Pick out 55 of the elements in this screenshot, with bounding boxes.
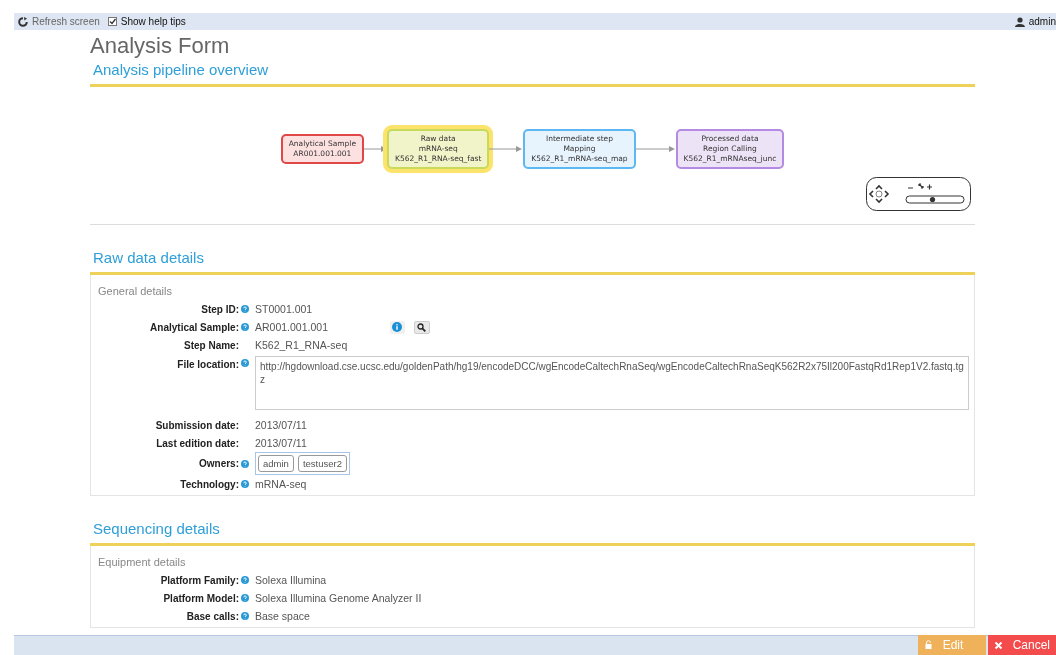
help-icon[interactable] <box>241 305 249 313</box>
refresh-icon[interactable] <box>18 16 28 27</box>
file-location-field[interactable]: http://hgdownload.cse.ucsc.edu/goldenPath/hg19/encodeDCC/wgEncodeCaltechRnaSeq/wgEncodeCaltechRnaSeqK562R2x75Il200FastqRd1Rep1V2.fastq.tgz <box>255 356 969 410</box>
field-value: K562_R1_RNA-seq <box>255 339 349 351</box>
field-label: Technology: <box>180 478 240 490</box>
field-label: Platform Family: <box>160 574 240 586</box>
refresh-button[interactable]: Refresh screen <box>32 16 100 27</box>
search-icon <box>417 322 427 332</box>
arrow <box>635 145 675 152</box>
field-value: AR001.001.001 <box>255 321 328 333</box>
search-button[interactable] <box>414 320 430 334</box>
help-tips-label: Show help tips <box>120 16 186 27</box>
field-label: Step Name: <box>184 339 240 351</box>
group-title: General details <box>97 285 172 297</box>
info-button[interactable] <box>390 320 405 334</box>
owner-tag[interactable]: testuser2 <box>297 455 347 472</box>
check-icon <box>108 18 116 25</box>
arrow <box>489 145 523 152</box>
cancel-button[interactable]: Cancel <box>987 635 1056 655</box>
field-value: 2013/07/11 <box>255 437 308 449</box>
help-icon[interactable] <box>241 480 249 488</box>
help-icon[interactable] <box>241 612 249 620</box>
help-icon[interactable] <box>241 576 249 584</box>
owners-field[interactable]: admin testuser2 <box>255 452 350 475</box>
section-heading: Analysis pipeline overview <box>92 61 269 78</box>
help-icon[interactable] <box>241 459 249 468</box>
field-value: Base space <box>255 610 311 622</box>
field-label: Last edition date: <box>156 437 240 449</box>
field-label: Step ID: <box>201 303 240 315</box>
section-heading: Sequencing details <box>92 520 220 537</box>
help-icon[interactable] <box>241 359 249 367</box>
help-icon[interactable] <box>241 594 249 602</box>
group-title: Equipment details <box>97 556 186 568</box>
field-value: ST0001.001 <box>255 303 314 315</box>
field-label: File location: <box>177 359 240 370</box>
user-menu[interactable]: admin <box>1028 16 1056 27</box>
field-label: Submission date: <box>155 419 240 431</box>
field-label: Owners: <box>199 458 240 469</box>
owner-tag[interactable]: admin <box>258 455 294 472</box>
close-icon <box>993 640 1003 650</box>
field-label: Base calls: <box>186 610 240 622</box>
help-icon[interactable] <box>241 323 249 331</box>
lock-icon <box>923 640 933 650</box>
field-label: Platform Model: <box>163 592 240 604</box>
help-tips-checkbox[interactable] <box>107 17 117 26</box>
user-icon[interactable] <box>1014 16 1025 27</box>
section-heading: Raw data details <box>92 249 204 266</box>
field-value: mRNA-seq <box>255 478 308 490</box>
field-value: 2013/07/11 <box>255 419 308 431</box>
field-value: Solexa Illumina <box>255 574 328 586</box>
zoom-pan-control[interactable] <box>866 177 971 211</box>
field-value: Solexa Illumina Genome Analyzer II <box>255 592 423 604</box>
field-label: Analytical Sample: <box>150 321 240 333</box>
page-title: Analysis Form <box>90 32 230 59</box>
info-icon <box>392 322 403 332</box>
